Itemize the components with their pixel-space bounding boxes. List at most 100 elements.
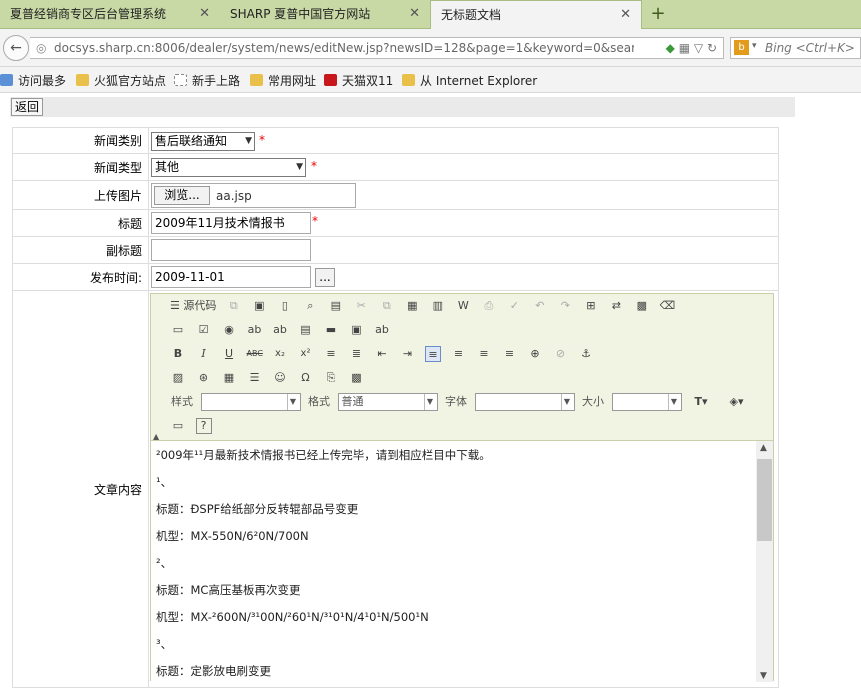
align-center-icon[interactable]: ≡ [451,346,467,362]
toolbar-row-2: ▭ ☑ ◉ ab ab ▤ ▬ ▣ ab [167,320,393,340]
link-icon[interactable]: ⊕ [527,346,543,362]
tab-dealer-admin[interactable]: 夏普经销商专区后台管理系统 ✕ [0,0,220,29]
bg-color-icon[interactable]: ◈▾ [724,394,750,410]
bookmark-from-ie[interactable]: 从 Internet Explorer [402,72,537,89]
undo-icon[interactable]: ↶ [532,298,548,314]
superscript-icon[interactable]: x² [298,346,314,362]
textarea-icon[interactable]: ab [272,322,288,338]
shield-icon[interactable]: ◆ [666,41,675,55]
preview-icon[interactable]: ⌕ [302,298,318,314]
url-bar[interactable]: ◎ docsys.sharp.cn:8006/dealer/system/new… [30,37,724,59]
subtitle-input[interactable] [151,239,311,261]
title-input[interactable]: 2009年11月技术情报书 [151,212,311,234]
new-tab-icon[interactable]: + [648,0,668,29]
copy-icon[interactable]: ⧉ [379,298,395,314]
special-char-icon[interactable]: Ω [298,370,314,386]
remove-format-icon[interactable]: ⌫ [659,298,676,314]
size-select[interactable]: ▼ [611,393,682,411]
scrollbar-thumb[interactable] [757,459,772,541]
horizontal-rule-icon[interactable]: ☰ [247,370,263,386]
back-button[interactable]: ← [3,35,29,61]
paste-word-icon[interactable]: W [455,298,471,314]
strikethrough-icon[interactable]: ABC [247,346,263,362]
search-box[interactable]: b ▾ Bing <Ctrl+K> [730,37,861,59]
replace-icon[interactable]: ⇄ [608,298,624,314]
numbered-list-icon[interactable]: ≡ [323,346,339,362]
spellcheck-icon[interactable]: ✓ [506,298,522,314]
style-select[interactable]: ▼ [200,393,301,411]
select-all-icon[interactable]: ▩ [634,298,650,314]
unlink-icon[interactable]: ⊘ [553,346,569,362]
scroll-down-icon[interactable]: ▼ [760,671,767,681]
new-page-icon[interactable]: ▯ [277,298,293,314]
help-icon[interactable]: ? [195,418,212,434]
smiley-icon[interactable]: ☺ [272,370,288,386]
date-picker-button[interactable]: ... [315,268,335,287]
maximize-icon[interactable]: ▭ [170,418,186,434]
underline-icon[interactable]: U [221,346,237,362]
category-select[interactable]: 售后联络通知 ▼ [151,132,255,151]
bookmark-tmall[interactable]: 天猫双11 [324,72,393,89]
bookmark-most-visited[interactable]: 访问最多 [0,72,66,89]
format-select[interactable]: 普通 ▼ [337,393,438,411]
align-right-icon[interactable]: ≡ [476,346,492,362]
outdent-icon[interactable]: ⇤ [374,346,390,362]
font-select[interactable]: ▼ [474,393,575,411]
preview-template-icon[interactable]: ⧉ [226,298,242,314]
form-icon[interactable]: ▭ [170,322,186,338]
subscript-icon[interactable]: x₂ [272,346,288,362]
radio-icon[interactable]: ◉ [221,322,237,338]
return-button[interactable]: 返回 [11,98,44,116]
url-text[interactable]: docsys.sharp.cn:8006/dealer/system/news/… [54,41,634,55]
hidden-field-icon[interactable]: ab [374,322,390,338]
templates-icon[interactable]: ▤ [328,298,344,314]
bookmark-common-sites[interactable]: 常用网址 [250,72,316,89]
justify-icon[interactable]: ≡ [502,346,518,362]
page-break-icon[interactable]: ⎘ [323,370,339,386]
browse-button[interactable]: 浏览... [154,186,210,205]
editor-content[interactable]: ²009年¹¹月最新技术情报书已经上传完毕，请到相应栏目中下载。 ¹、 标题：Ð… [151,440,773,682]
cut-icon[interactable]: ✂ [353,298,369,314]
close-icon[interactable]: ✕ [199,0,210,28]
media-icon[interactable]: ▩ [349,370,365,386]
source-button[interactable]: ☰ 源代码 [170,298,216,314]
type-select[interactable]: 其他 ▼ [151,158,306,177]
file-input[interactable]: 浏览... aa.jsp [151,183,356,208]
select-field-icon[interactable]: ▤ [298,322,314,338]
image-icon[interactable]: ▨ [170,370,186,386]
anchor-icon[interactable]: ⚓ [578,346,594,362]
textfield-icon[interactable]: ab [247,322,263,338]
paste-text-icon[interactable]: ▥ [430,298,446,314]
reload-icon[interactable]: ↻ [707,41,717,55]
tab-untitled[interactable]: 无标题文档 ✕ [430,0,642,29]
save-icon[interactable]: ▣ [251,298,267,314]
bold-icon[interactable]: B [170,346,186,362]
bullet-list-icon[interactable]: ≣ [349,346,365,362]
dropdown-icon[interactable]: ▽ [694,41,703,55]
italic-icon[interactable]: I [196,346,212,362]
table-icon[interactable]: ▦ [221,370,237,386]
text-color-icon[interactable]: T▾ [688,394,714,410]
vertical-scrollbar[interactable]: ▲ ▼ [756,441,773,682]
align-left-icon[interactable]: ≡ [425,346,441,362]
tab-sharp-china[interactable]: SHARP 夏普中国官方网站 ✕ [220,0,430,29]
image-button-icon[interactable]: ▣ [349,322,365,338]
indent-icon[interactable]: ⇥ [400,346,416,362]
content-line: ¹、 [156,475,173,489]
scroll-up-icon[interactable]: ▲ [760,443,767,453]
close-icon[interactable]: ✕ [620,1,631,29]
redo-icon[interactable]: ↷ [557,298,573,314]
print-icon[interactable]: ⎙ [481,298,497,314]
button-field-icon[interactable]: ▬ [323,322,339,338]
bookmark-firefox-site[interactable]: 火狐官方站点 [76,72,166,89]
checkbox-icon[interactable]: ☑ [196,322,212,338]
chevron-down-icon[interactable]: ▾ [752,41,757,51]
search-input[interactable]: Bing <Ctrl+K> [765,41,855,55]
flash-icon[interactable]: ⊛ [196,370,212,386]
date-input[interactable]: 2009-11-01 [151,266,311,288]
close-icon[interactable]: ✕ [409,0,420,28]
qr-icon[interactable]: ▦ [679,41,690,55]
bookmark-getting-started[interactable]: 新手上路 [174,72,240,89]
find-icon[interactable]: ⊞ [583,298,599,314]
paste-icon[interactable]: ▦ [404,298,420,314]
